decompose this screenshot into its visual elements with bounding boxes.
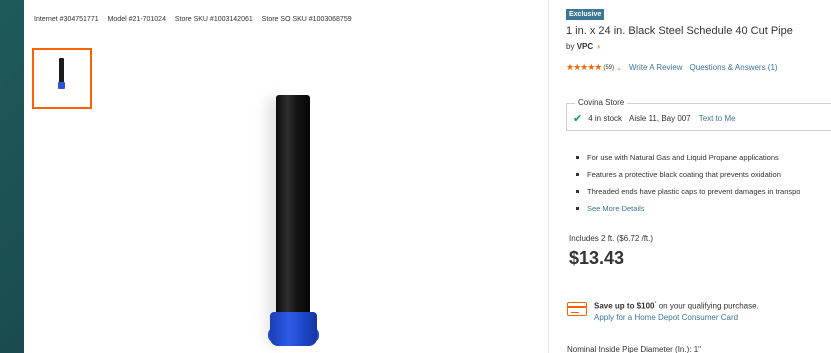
- apply-card-link[interactable]: Apply for a Home Depot Consumer Card: [594, 312, 759, 323]
- see-more-details-link[interactable]: See More Details: [576, 204, 831, 221]
- aisle-location: Aisle 11, Bay 007: [629, 114, 691, 123]
- stock-row: ✔ 4 in stock Aisle 11, Bay 007 Text to M…: [573, 112, 736, 125]
- brand-line: by VPC ›: [566, 42, 600, 51]
- exclusive-badge: Exclusive: [566, 9, 605, 20]
- feature-bullet: Threaded ends have plastic caps to preve…: [576, 187, 831, 204]
- product-page: Internet #304751771 Model #21-701024 Sto…: [24, 0, 831, 353]
- store-so-sku: Store SO SKU #1003068759: [261, 16, 352, 23]
- main-product-image[interactable]: [214, 90, 374, 353]
- model-number: Model #21-701024: [107, 16, 166, 23]
- blue-cap-image: [270, 312, 317, 346]
- credit-card-icon: [567, 302, 587, 316]
- rating-count[interactable]: (59): [603, 65, 614, 71]
- by-label: by: [566, 42, 575, 51]
- financing-promo: Save up to $100° on your qualifying purc…: [594, 299, 759, 323]
- store-availability: Covina Store ✔ 4 in stock Aisle 11, Bay …: [566, 98, 831, 131]
- stock-status: 4 in stock: [588, 114, 623, 123]
- store-sku: Store SKU #1003142061: [174, 16, 253, 23]
- product-title: 1 in. x 24 in. Black Steel Schedule 40 C…: [566, 25, 793, 37]
- write-review-link[interactable]: Write A Review: [629, 63, 683, 72]
- feature-bullets: For use with Natural Gas and Liquid Prop…: [576, 153, 831, 221]
- thumbnail-cap-image: [58, 82, 65, 89]
- promo-text: on your qualifying purchase.: [656, 301, 759, 311]
- pipe-image: [276, 95, 310, 317]
- feature-bullet: For use with Natural Gas and Liquid Prop…: [576, 153, 831, 170]
- thumbnail-selected[interactable]: [32, 48, 92, 109]
- product-details: Exclusive 1 in. x 24 in. Black Steel Sch…: [564, 0, 831, 353]
- media-panel: Internet #304751771 Model #21-701024 Sto…: [24, 0, 548, 353]
- rating-row: ★★★★★ (59) ⌄ Write A Review Questions & …: [566, 62, 778, 73]
- product-identifiers: Internet #304751771 Model #21-701024 Sto…: [34, 16, 359, 23]
- checkmark-icon: ✔: [573, 113, 583, 125]
- star-rating-icon[interactable]: ★★★★★: [566, 62, 602, 73]
- questions-answers-link[interactable]: Questions & Answers (1): [690, 63, 778, 72]
- feature-bullet: Features a protective black coating that…: [576, 170, 831, 187]
- brand-link[interactable]: VPC: [577, 42, 593, 51]
- promo-savings: Save up to $100: [594, 301, 655, 311]
- chevron-down-icon[interactable]: ⌄: [616, 64, 622, 72]
- spec-line: Nominal Inside Pipe Diameter (In.): 1": [567, 345, 702, 353]
- internet-number: Internet #304751771: [34, 16, 99, 23]
- text-to-me-link[interactable]: Text to Me: [699, 114, 736, 123]
- price: $13.43: [569, 248, 625, 268]
- panel-divider: [548, 0, 549, 353]
- chevron-right-icon: ›: [597, 42, 601, 51]
- unit-price: Includes 2 ft. ($6.72 /ft.): [569, 234, 654, 243]
- store-name[interactable]: Covina Store: [575, 98, 628, 107]
